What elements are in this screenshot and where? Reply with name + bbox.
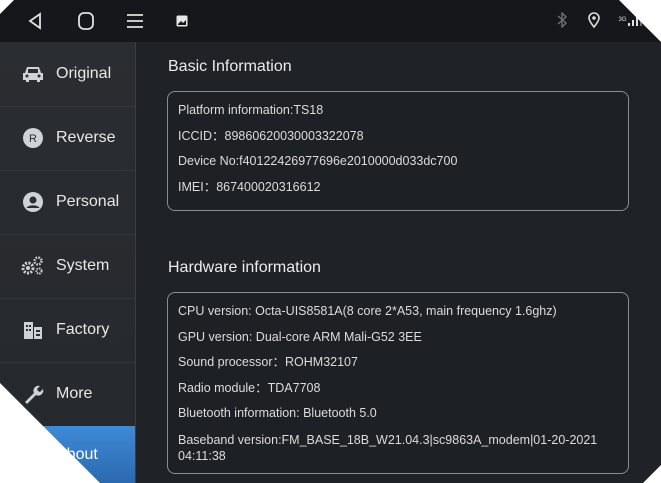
basic-info-title: Basic Information [168, 58, 292, 75]
sidebar-item-personal[interactable]: Personal [0, 170, 135, 235]
crop-corner [0, 0, 14, 14]
hardware-info-panel: CPU version: Octa-UIS8581A(8 core 2*A53,… [167, 292, 629, 474]
home-icon[interactable] [71, 8, 101, 34]
sidebar-item-label: System [56, 257, 110, 274]
sidebar-item-label: Personal [56, 193, 120, 210]
reverse-icon: R [20, 125, 46, 151]
radio-module: Radio module：TDA7708 [178, 380, 321, 395]
personal-icon [20, 189, 46, 215]
sidebar-item-original[interactable]: Original [0, 42, 135, 107]
car-icon [20, 61, 46, 87]
imei: IMEI：867400020316612 [178, 179, 321, 194]
sidebar-item-system[interactable]: System [0, 234, 135, 299]
screen: 3G Original R Reverse Personal System Fa… [0, 0, 661, 483]
factory-icon [20, 317, 46, 343]
sound-processor: Sound processor：ROHM32107 [178, 355, 358, 369]
sidebar-item-label: Reverse [56, 129, 116, 146]
cpu-version: CPU version: Octa-UIS8581A(8 core 2*A53,… [178, 304, 557, 318]
gears-icon [20, 253, 46, 279]
hardware-info-title: Hardware information [168, 259, 321, 276]
svg-text:R: R [29, 133, 37, 145]
crop-corner [0, 383, 100, 483]
crop-corner [619, 0, 661, 42]
crop-corner [643, 465, 661, 483]
sidebar-item-label: Factory [56, 321, 110, 338]
device-no: Device No:f40122426977696e2010000d033dc7… [178, 154, 458, 168]
bluetooth-info: Bluetooth information: Bluetooth 5.0 [178, 406, 377, 420]
recents-icon[interactable] [120, 8, 150, 34]
image-notification-icon [176, 14, 188, 27]
sidebar-item-label: Original [56, 65, 112, 82]
baseband-version: Baseband version:FM_BASE_18B_W21.04.3|sc… [178, 432, 598, 463]
main-content: Basic Information Platform information:T… [135, 42, 661, 483]
bluetooth-icon [553, 11, 571, 29]
sidebar-item-reverse[interactable]: R Reverse [0, 106, 135, 171]
back-icon[interactable] [20, 8, 50, 34]
platform-info: Platform information:TS18 [178, 103, 324, 117]
status-bar: 3G [0, 0, 661, 42]
iccid: ICCID：89860620030003322078 [178, 128, 364, 143]
basic-info-panel: Platform information:TS18 ICCID：89860620… [167, 91, 629, 211]
gpu-version: GPU version: Dual-core ARM Mali-G52 3EE [178, 329, 422, 344]
sidebar-item-factory[interactable]: Factory [0, 298, 135, 363]
location-icon [585, 11, 603, 29]
